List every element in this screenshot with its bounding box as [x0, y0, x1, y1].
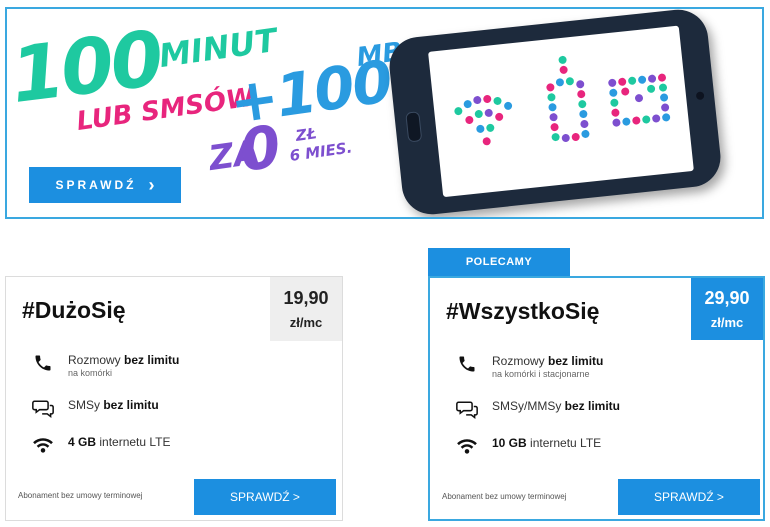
price-unit: zł/mc — [289, 315, 323, 330]
price-badge: 19,90 zł/mc — [270, 277, 342, 341]
feature-data: 4 GB internetu LTE — [32, 434, 171, 456]
price-unit: zł/mc — [710, 315, 744, 330]
phone-icon — [456, 353, 478, 375]
phone-camera — [695, 91, 705, 101]
banner-check-label: SPRAWDŹ — [55, 178, 137, 192]
price-value: 19,90 — [283, 288, 329, 308]
feature-highlight: 4 GB — [68, 435, 97, 449]
feature-text: Rozmowy — [492, 354, 549, 368]
feature-sms: SMSy bez limitu — [32, 397, 159, 419]
contract-note: Abonament bez umowy terminowej — [18, 491, 143, 500]
feature-highlight: bez limitu — [548, 354, 604, 368]
smartphone-illustration — [386, 9, 724, 217]
feature-calls: Rozmowy bez limitu na komórki — [32, 352, 179, 379]
plan-check-button[interactable]: SPRAWDŹ > — [618, 479, 760, 515]
wifi-icon — [32, 434, 54, 456]
phone-screen — [428, 25, 694, 198]
chevron-right-icon: › — [148, 174, 155, 195]
dotted-wifi-icon — [454, 95, 513, 146]
plan-check-button[interactable]: SPRAWDŹ > — [194, 479, 336, 515]
feature-data: 10 GB internetu LTE — [456, 435, 601, 457]
promo-banner[interactable]: 100 MINUT LUB SMSÓW +100 MB ZA 0 ZŁ 6 MI… — [5, 7, 764, 219]
plan-card-wszystkosie: #WszystkoSię 29,90 zł/mc Rozmowy bez lim… — [428, 276, 765, 521]
banner-check-button[interactable]: SPRAWDŹ › — [29, 167, 181, 203]
feature-highlight: bez limitu — [124, 353, 180, 367]
feature-calls: Rozmowy bez limitu na komórki i stacjona… — [456, 353, 603, 380]
dotted-icons-graphic — [454, 55, 671, 146]
price-value: 29,90 — [704, 288, 750, 308]
feature-subtext: na komórki i stacjonarne — [492, 369, 590, 379]
feature-text: Rozmowy — [68, 353, 125, 367]
dotted-phone-icon — [546, 55, 590, 143]
plan-card-duzosie: #DużoSię 19,90 zł/mc Rozmowy bez limitu … — [5, 276, 343, 521]
phone-icon — [32, 352, 54, 374]
feature-text: internetu LTE — [96, 435, 171, 449]
chat-icon — [32, 397, 54, 419]
price-badge: 29,90 zł/mc — [691, 278, 763, 340]
feature-subtext: na komórki — [68, 368, 113, 378]
plan-title: #WszystkoSię — [446, 298, 600, 324]
feature-highlight: 10 GB — [492, 436, 527, 450]
chat-icon — [456, 398, 478, 420]
feature-highlight: bez limitu — [103, 398, 159, 412]
recommended-ribbon: POLECAMY — [428, 248, 570, 276]
feature-text: SMSy — [68, 398, 104, 412]
contract-note: Abonament bez umowy terminowej — [442, 492, 567, 501]
promo-currency: ZŁ — [294, 124, 318, 145]
feature-highlight: bez limitu — [564, 399, 621, 413]
plan-title: #DużoSię — [22, 297, 126, 323]
wifi-icon — [456, 435, 478, 457]
dotted-envelope-icon — [608, 73, 671, 127]
feature-text: internetu LTE — [526, 436, 602, 450]
feature-text: SMSy/MMSy — [492, 399, 565, 413]
phone-home-button — [405, 111, 423, 143]
feature-sms-mms: SMSy/MMSy bez limitu — [456, 398, 620, 420]
